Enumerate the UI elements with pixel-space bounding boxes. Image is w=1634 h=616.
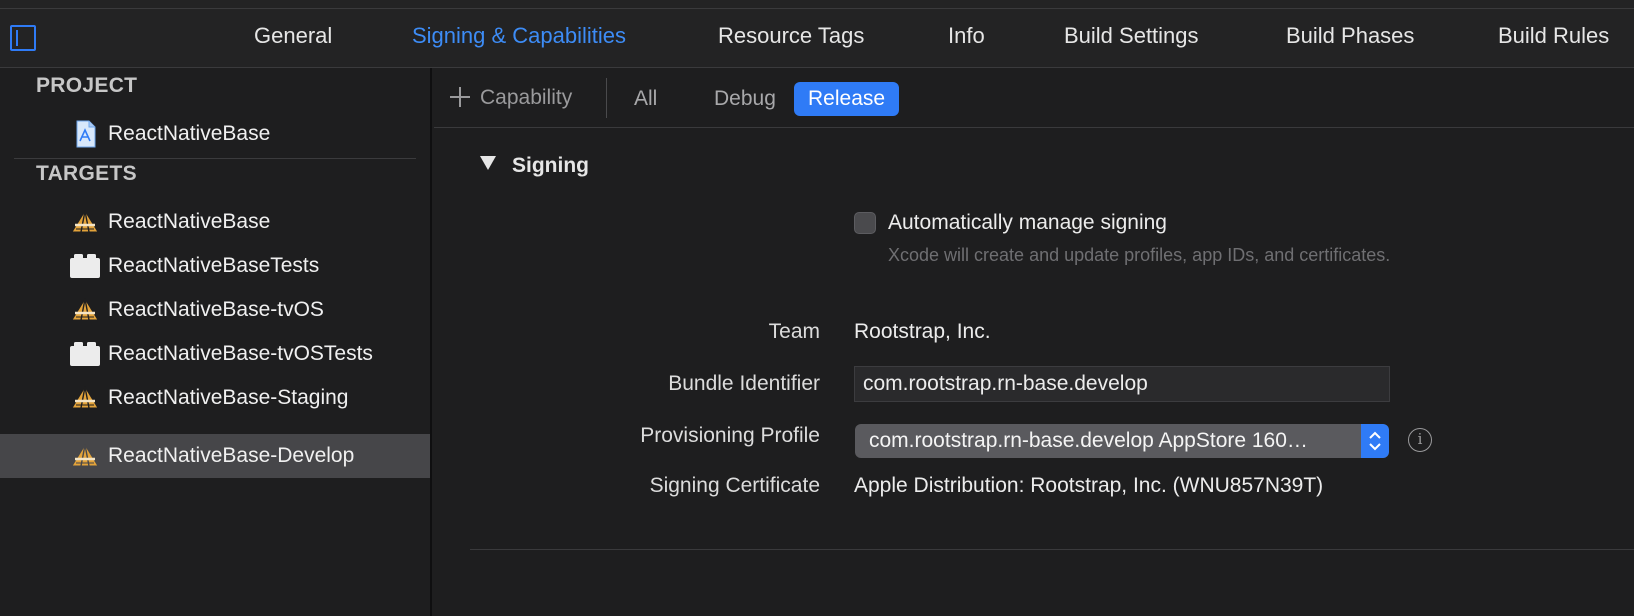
filter-release[interactable]: Release [794,82,900,116]
project-section-header: PROJECT [36,74,138,97]
bundle-identifier-label: Bundle Identifier [668,372,820,395]
sidebar-divider [14,158,416,159]
xcode-window: General Signing & Capabilities Resource … [0,0,1634,616]
info-icon[interactable]: i [1408,428,1432,452]
add-capability-label: Capability [480,86,573,109]
targets-section-header: TARGETS [36,162,137,185]
filter-all[interactable]: All [620,82,671,116]
sidebar-item-label: ReactNativeBase-tvOSTests [108,342,373,365]
sidebar-item-target[interactable]: ReactNativeBase-tvOSTests [0,332,430,376]
sidebar-item-label: ReactNativeBase [108,210,271,233]
auto-manage-signing-checkbox[interactable] [854,212,876,234]
app-target-icon [71,386,99,409]
section-divider [470,549,1634,550]
auto-manage-signing-help: Xcode will create and update profiles, a… [888,245,1391,265]
test-bundle-icon [70,254,100,278]
team-label: Team [768,320,820,343]
sidebar-item-label: ReactNativeBase [108,122,271,145]
filter-debug[interactable]: Debug [700,82,790,116]
popup-stepper-icon [1361,424,1389,458]
add-capability-button[interactable]: Capability [450,82,572,114]
editor-tab-bar: General Signing & Capabilities Resource … [0,0,1634,68]
sidebar-item-target[interactable]: ReactNativeBase-Staging [0,376,430,420]
tab-build-phases[interactable]: Build Phases [1286,20,1414,52]
disclosure-triangle-icon [480,156,496,170]
tab-general[interactable]: General [254,20,332,52]
sidebar-toggle-icon[interactable] [10,25,36,51]
sidebar-item-target[interactable]: ReactNativeBaseTests [0,244,430,288]
tab-signing-capabilities[interactable]: Signing & Capabilities [412,20,626,52]
provisioning-profile-label: Provisioning Profile [640,424,820,447]
project-navigator: PROJECT ReactNativeBase TARGETS ReactNat… [0,68,432,616]
plus-icon [450,87,470,107]
test-bundle-icon [70,342,100,366]
signing-certificate-value: Apple Distribution: Rootstrap, Inc. (WNU… [854,474,1324,497]
provisioning-profile-popup[interactable]: com.rootstrap.rn-base.develop AppStore 1… [855,424,1389,458]
tab-build-settings[interactable]: Build Settings [1064,20,1199,52]
sidebar-item-target[interactable]: ReactNativeBase [0,200,430,244]
signing-section-toggle[interactable]: Signing [480,154,589,178]
signing-editor: Capability All Debug Release Signing Aut… [434,68,1634,616]
sidebar-item-label: ReactNativeBase-Staging [108,386,349,409]
sidebar-item-label: ReactNativeBase-Develop [108,444,355,467]
xcode-project-icon [76,120,96,148]
sidebar-item-label: ReactNativeBaseTests [108,254,320,277]
tab-resource-tags[interactable]: Resource Tags [718,20,864,52]
top-divider [0,8,1634,9]
app-target-icon [71,210,99,233]
sidebar-item-target[interactable]: ReactNativeBase-tvOS [0,288,430,332]
tab-build-rules[interactable]: Build Rules [1498,20,1609,52]
tab-info[interactable]: Info [948,20,985,52]
bundle-identifier-field[interactable] [854,366,1390,402]
toolbar-divider [606,78,607,118]
app-target-icon [71,444,99,467]
signing-section-title: Signing [512,154,589,177]
provisioning-profile-value: com.rootstrap.rn-base.develop AppStore 1… [869,429,1308,452]
auto-manage-signing-label[interactable]: Automatically manage signing [888,211,1167,235]
signing-certificate-label: Signing Certificate [649,474,820,497]
app-target-icon [71,298,99,321]
sidebar-item-target-selected[interactable]: ReactNativeBase-Develop [0,434,430,478]
sidebar-item-label: ReactNativeBase-tvOS [108,298,324,321]
sidebar-item-project[interactable]: ReactNativeBase [0,112,430,156]
capabilities-toolbar: Capability All Debug Release [434,68,1634,128]
team-value: Rootstrap, Inc. [854,320,991,343]
